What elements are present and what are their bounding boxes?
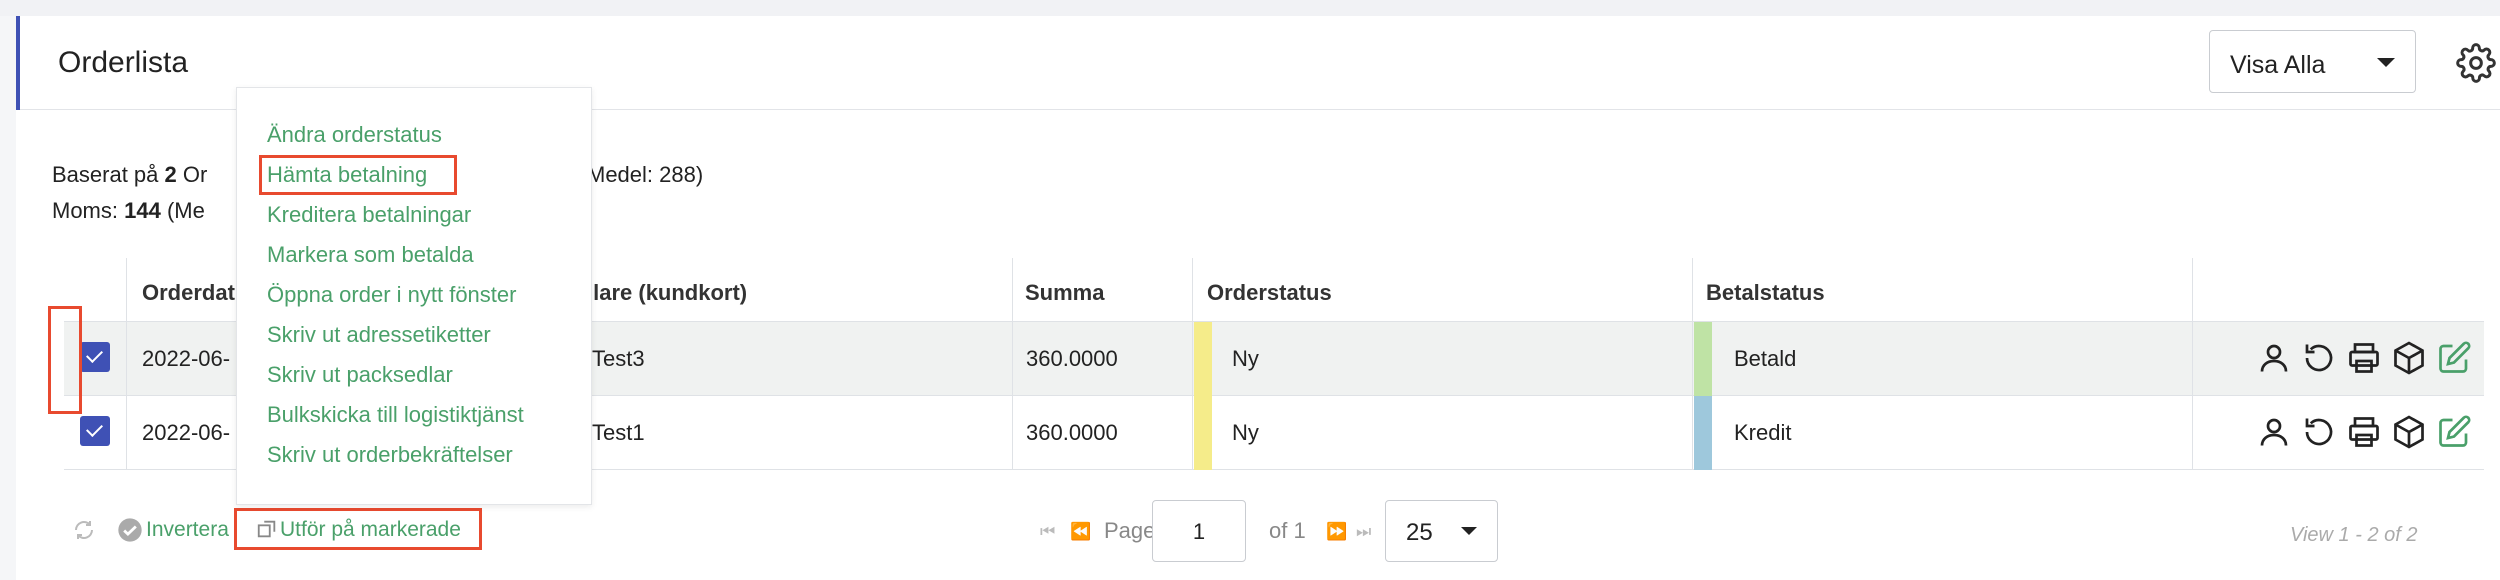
menu-item-print-packing-slips[interactable]: Skriv ut packsedlar: [267, 362, 453, 388]
row-payment-status: Kredit: [1734, 420, 1792, 445]
menu-item-print-order-confirmations[interactable]: Skriv ut orderbekräftelser: [267, 442, 513, 468]
row-checkbox[interactable]: [80, 342, 110, 372]
refresh-icon[interactable]: [2301, 340, 2337, 376]
caret-down-icon: [1461, 527, 1477, 535]
last-page-icon[interactable]: ⏭: [1356, 522, 1371, 542]
summary-line-vat: Moms: 144 (Me: [52, 198, 205, 223]
order-status-color-bar: [1194, 396, 1212, 470]
package-icon[interactable]: [2391, 340, 2427, 376]
caret-down-icon: [2377, 58, 2395, 67]
column-header-date[interactable]: Orderdat: [142, 280, 235, 306]
row-sum: 360.0000: [1026, 346, 1118, 371]
column-divider: [126, 258, 127, 470]
column-divider: [1692, 258, 1693, 470]
view-count-label: View 1 - 2 of 2: [2290, 524, 2418, 546]
view-filter-select[interactable]: Visa Alla: [2209, 30, 2416, 93]
column-header-order-status[interactable]: Orderstatus: [1207, 280, 1332, 306]
user-icon[interactable]: [2256, 340, 2292, 376]
menu-selection-highlight: [259, 155, 457, 195]
page-label: Page: [1104, 518, 1156, 543]
prev-page-icon[interactable]: ⏪: [1070, 522, 1091, 542]
menu-item-credit-payments[interactable]: Kreditera betalningar: [267, 202, 471, 228]
row-sum: 360.0000: [1026, 420, 1118, 445]
column-divider: [2192, 258, 2193, 470]
row-date: 2022-06-: [142, 346, 231, 371]
menu-item-bulk-send-logistics[interactable]: Bulkskicka till logistiktjänst: [267, 402, 524, 428]
page-title: Orderlista: [58, 46, 189, 79]
row-payment-status: Betald: [1734, 346, 1797, 371]
invert-selection-link[interactable]: Invertera: [146, 518, 229, 542]
rows-per-page-select[interactable]: 25: [1385, 500, 1498, 562]
payment-status-color-bar: [1694, 396, 1712, 470]
summary-vat-value: 144: [124, 198, 161, 223]
row-checkbox[interactable]: [80, 416, 110, 446]
summary-line-average: Medel: 288): [587, 162, 704, 187]
package-icon[interactable]: [2391, 414, 2427, 450]
row-order-status: Ny: [1232, 420, 1259, 445]
row-date: 2022-06-: [142, 420, 231, 445]
column-header-sum[interactable]: Summa: [1025, 280, 1104, 306]
menu-item-open-in-new-window[interactable]: Öppna order i nytt fönster: [267, 282, 516, 308]
edit-icon[interactable]: [2436, 340, 2472, 376]
menu-item-mark-as-paid[interactable]: Markera som betalda: [267, 242, 474, 268]
execute-selection-highlight: [234, 508, 482, 550]
header-accent-bar: [16, 16, 20, 110]
next-page-icon[interactable]: ⏩: [1326, 522, 1347, 542]
user-icon[interactable]: [2256, 414, 2292, 450]
payment-status-color-bar: [1694, 322, 1712, 396]
summary-line-total: Baserat på 2 Or: [52, 162, 208, 187]
menu-item-change-order-status[interactable]: Ändra orderstatus: [267, 122, 442, 148]
edit-icon[interactable]: [2436, 414, 2472, 450]
row-order-status: Ny: [1232, 346, 1259, 371]
gear-icon[interactable]: [2456, 43, 2496, 83]
order-status-color-bar: [1194, 322, 1212, 396]
top-strip: [0, 0, 2500, 16]
page-number-input[interactable]: 1: [1152, 500, 1246, 562]
checkbox-selection-highlight: [48, 306, 82, 414]
first-page-icon[interactable]: ⏮: [1040, 522, 1055, 542]
refresh-icon[interactable]: [2301, 414, 2337, 450]
column-header-customer[interactable]: llare (kundkort): [587, 280, 747, 306]
column-header-payment-status[interactable]: Betalstatus: [1706, 280, 1825, 306]
row-customer-link[interactable]: Test3: [592, 346, 645, 372]
bulk-action-menu: Ändra orderstatus Hämta betalning Kredit…: [236, 87, 592, 505]
sync-icon[interactable]: [72, 518, 96, 542]
view-filter-value: Visa Alla: [2230, 51, 2326, 79]
print-icon[interactable]: [2346, 414, 2382, 450]
rows-per-page-value: 25: [1406, 519, 1433, 546]
column-divider: [1012, 258, 1013, 470]
check-circle-icon[interactable]: [116, 516, 144, 544]
summary-order-count: 2: [164, 162, 177, 187]
column-divider: [1192, 258, 1193, 470]
page-total-label: of 1: [1269, 518, 1306, 543]
row-customer-link[interactable]: Test1: [592, 420, 645, 446]
print-icon[interactable]: [2346, 340, 2382, 376]
menu-item-print-address-labels[interactable]: Skriv ut adressetiketter: [267, 322, 491, 348]
